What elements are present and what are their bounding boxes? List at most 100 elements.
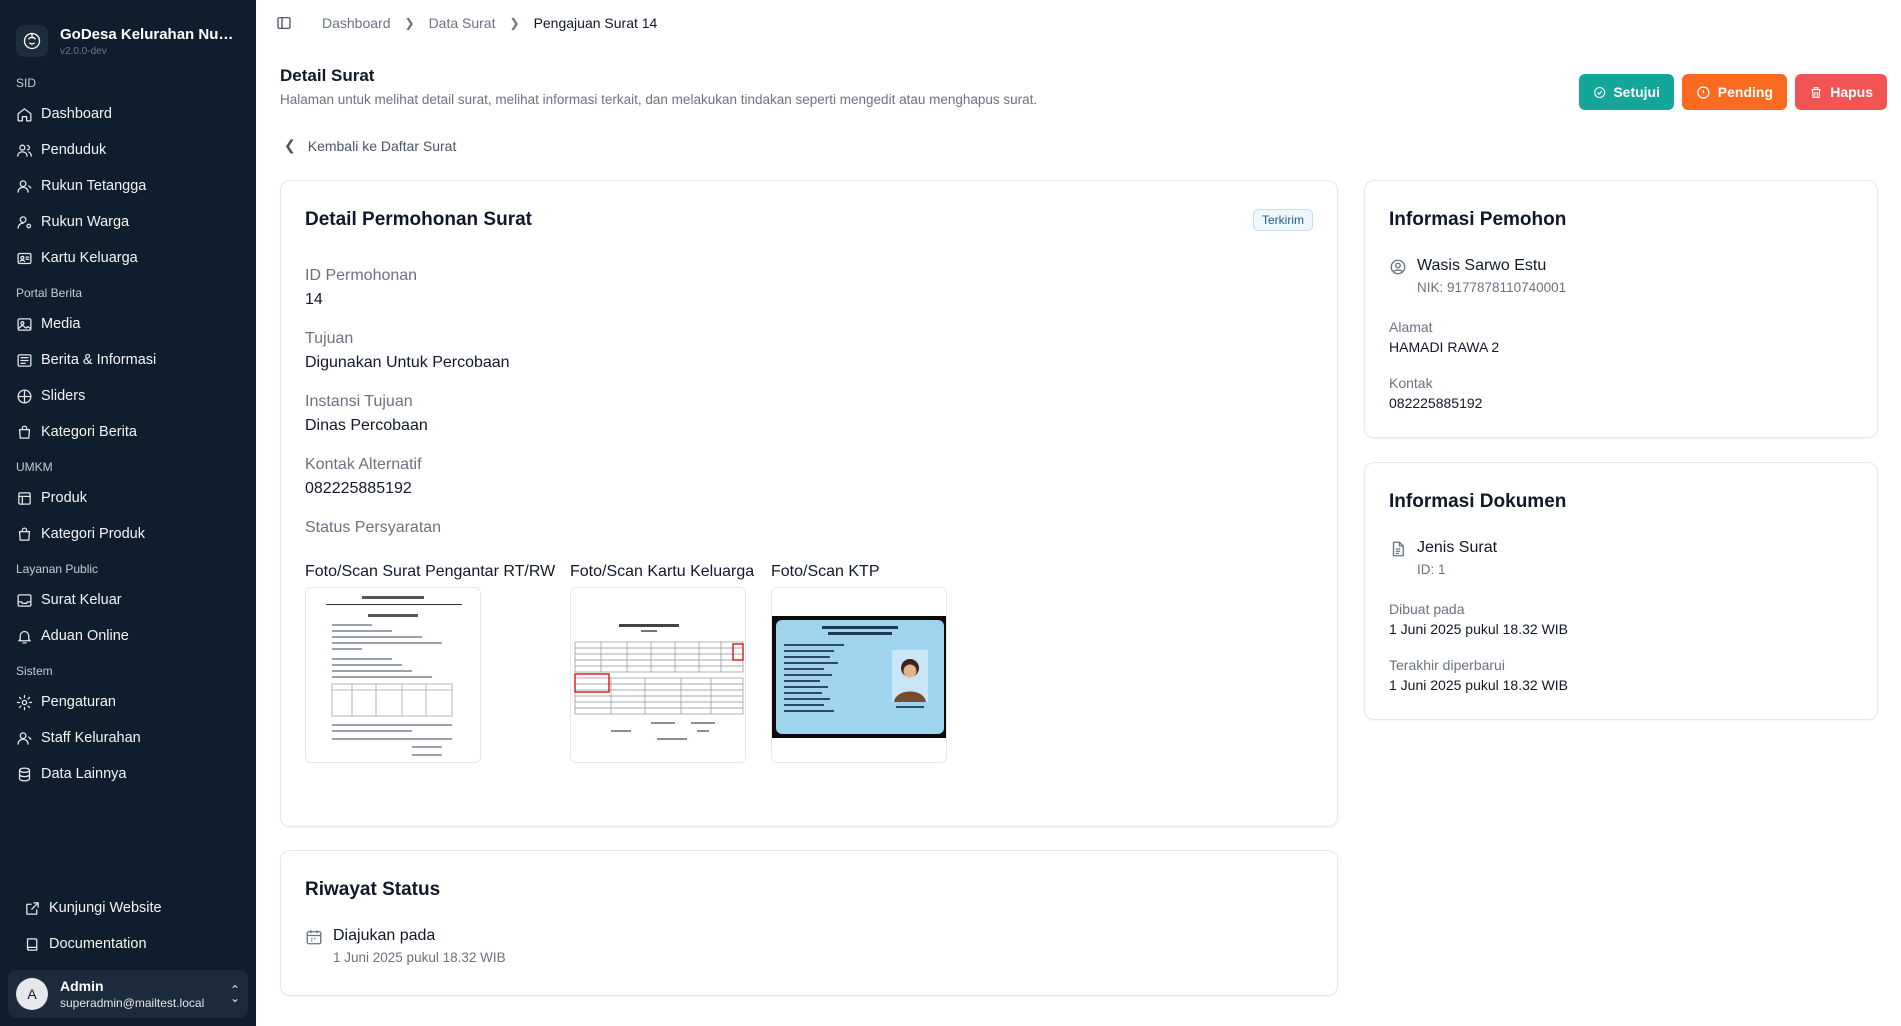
field-kontak-alternatif: Kontak Alternatif 082225885192: [305, 456, 510, 498]
sidebar-item-penduduk[interactable]: Penduduk: [0, 132, 256, 168]
sidebar-item-kategori-produk[interactable]: Kategori Produk: [0, 516, 256, 552]
external-link-icon: [26, 901, 39, 915]
chevron-right-icon: ❯: [404, 16, 415, 30]
applicant-identity: Wasis Sarwo Estu NIK: 9177878110740001: [1389, 257, 1566, 295]
sidebar-item-staff-kelurahan[interactable]: Staff Kelurahan: [0, 720, 256, 756]
users-icon: [17, 144, 32, 157]
chevron-up-down-icon: ⌃ ⌄: [229, 983, 240, 1005]
sidebar-item-data-lainnya[interactable]: Data Lainnya: [0, 756, 256, 792]
sidebar-item-documentation[interactable]: Documentation: [0, 926, 256, 962]
document-type-id: ID: 1: [1417, 562, 1446, 577]
user-email: superadmin@mailtest.local: [60, 996, 205, 1010]
user-gear-icon: [17, 731, 32, 745]
history-card: Riwayat Status Diajukan pada 1 Juni 2025…: [280, 850, 1338, 996]
brand[interactable]: GoDesa Kelurahan Num... v2.0.0-dev: [0, 0, 256, 66]
user-group-icon: [17, 179, 32, 193]
applicant-card: Informasi Pemohon Wasis Sarwo Estu NIK: …: [1364, 180, 1878, 438]
sidebar-item-label: Berita & Informasi: [41, 352, 157, 368]
status-badge: Terkirim: [1253, 209, 1313, 231]
sidebar-item-berita-informasi[interactable]: Berita & Informasi: [0, 342, 256, 378]
sidebar-item-media[interactable]: Media: [0, 306, 256, 342]
history-entry: Diajukan pada 1 Juni 2025 pukul 18.32 WI…: [305, 927, 506, 965]
pending-button-label: Pending: [1717, 84, 1773, 100]
breadcrumb-data-surat[interactable]: Data Surat: [429, 15, 496, 31]
alert-circle-icon: [1697, 85, 1710, 99]
document-label: Foto/Scan Surat Pengantar RT/RW: [305, 563, 556, 580]
delete-button[interactable]: Hapus: [1795, 74, 1887, 110]
document-thumbnail[interactable]: [771, 587, 947, 763]
image-icon: [17, 317, 32, 331]
created-label: Dibuat pada: [1389, 601, 1465, 617]
sidebar-item-kunjungi-website[interactable]: Kunjungi Website: [0, 890, 256, 926]
sidebar-group-sistem: Sistem: [16, 664, 53, 678]
brand-version: v2.0.0-dev: [60, 45, 107, 57]
approve-button[interactable]: Setujui: [1579, 74, 1674, 110]
id-card-scan-image: [772, 588, 946, 762]
field-label: Kontak Alternatif: [305, 456, 422, 473]
sidebar-item-aduan-online[interactable]: Aduan Online: [0, 618, 256, 654]
document-label: Foto/Scan KTP: [771, 563, 880, 580]
sidebar-bottom: Kunjungi Website Documentation A Admin s…: [0, 890, 256, 1026]
sidebar-group-portal-berita: Portal Berita: [16, 286, 83, 300]
sidebar-item-rukun-warga[interactable]: Rukun Warga: [0, 204, 256, 240]
home-icon: [17, 107, 32, 122]
trash-icon: [1811, 86, 1821, 98]
pending-button[interactable]: Pending: [1682, 74, 1787, 110]
sidebar-item-label: Kartu Keluarga: [41, 250, 138, 266]
letter-scan-image: [306, 588, 480, 762]
detail-card: Detail Permohonan Surat Terkirim ID Perm…: [280, 180, 1338, 827]
sidebar-item-label: Staff Kelurahan: [41, 730, 141, 746]
applicant-nik: NIK: 9177878110740001: [1417, 280, 1567, 295]
sidebar-item-rukun-tetangga[interactable]: Rukun Tetangga: [0, 168, 256, 204]
field-tujuan: Tujuan Digunakan Untuk Percobaan: [305, 330, 510, 372]
address-value: HAMADI RAWA 2: [1389, 339, 1500, 355]
detail-fields: ID Permohonan 14 Tujuan Digunakan Untuk …: [305, 267, 510, 537]
breadcrumb-dashboard[interactable]: Dashboard: [322, 15, 391, 31]
history-entry-time: 1 Juni 2025 pukul 18.32 WIB: [333, 950, 506, 965]
delete-button-label: Hapus: [1830, 84, 1873, 100]
brand-logo-icon: [16, 25, 48, 57]
sidebar-toggle-icon[interactable]: [276, 15, 292, 31]
sidebar-item-label: Surat Keluar: [41, 592, 122, 608]
sidebar-item-label: Data Lainnya: [41, 766, 127, 782]
user-menu[interactable]: A Admin superadmin@mailtest.local ⌃ ⌄: [8, 970, 248, 1018]
applicant-name: Wasis Sarwo Estu: [1417, 257, 1547, 274]
page-header: Detail Surat Halaman untuk melihat detai…: [280, 66, 1037, 107]
approve-button-label: Setujui: [1613, 84, 1660, 100]
applicant-card-title: Informasi Pemohon: [1389, 209, 1567, 230]
field-value: 14: [305, 291, 323, 308]
sidebar-item-kategori-berita[interactable]: Kategori Berita: [0, 414, 256, 450]
address-label: Alamat: [1389, 319, 1433, 335]
sidebar-item-kartu-keluarga[interactable]: Kartu Keluarga: [0, 240, 256, 276]
sidebar-item-label: Penduduk: [41, 142, 107, 158]
chevron-left-icon: ❮: [284, 137, 296, 153]
bell-icon: [18, 630, 31, 644]
sidebar-item-label: Documentation: [49, 936, 147, 952]
main-content: Dashboard ❯ Data Surat ❯ Pengajuan Surat…: [256, 0, 1901, 1026]
document-kartu-keluarga: Foto/Scan Kartu Keluarga: [570, 563, 754, 763]
grid-icon: [17, 388, 32, 404]
avatar: A: [16, 978, 48, 1010]
sidebar-item-dashboard[interactable]: Dashboard: [0, 96, 256, 132]
inbox-icon: [17, 593, 32, 607]
created-value: 1 Juni 2025 pukul 18.32 WIB: [1389, 621, 1569, 637]
back-to-list-link[interactable]: ❮ Kembali ke Daftar Surat: [284, 137, 456, 154]
document-thumbnail[interactable]: [570, 587, 746, 763]
page-title: Detail Surat: [280, 66, 375, 85]
file-text-icon: [1392, 541, 1404, 557]
history-card-title: Riwayat Status: [305, 879, 441, 900]
document-surat-pengantar: Foto/Scan Surat Pengantar RT/RW: [305, 563, 555, 763]
document-info-card-title: Informasi Dokumen: [1389, 491, 1567, 512]
contact-label: Kontak: [1389, 375, 1433, 391]
document-thumbnail[interactable]: [305, 587, 481, 763]
sidebar-group-umkm: UMKM: [16, 460, 53, 474]
sidebar-group-sid: SID: [16, 76, 37, 90]
sidebar-item-pengaturan[interactable]: Pengaturan: [0, 684, 256, 720]
sidebar-item-surat-keluar[interactable]: Surat Keluar: [0, 582, 256, 618]
sidebar-item-label: Produk: [41, 490, 87, 506]
sidebar-group-layanan-public: Layanan Public: [16, 562, 99, 576]
sidebar-item-produk[interactable]: Produk: [0, 480, 256, 516]
applicant-address: Alamat HAMADI RAWA 2: [1389, 319, 1499, 355]
sidebar-item-sliders[interactable]: Sliders: [0, 378, 256, 414]
document-type: Jenis Surat ID: 1: [1389, 539, 1497, 577]
